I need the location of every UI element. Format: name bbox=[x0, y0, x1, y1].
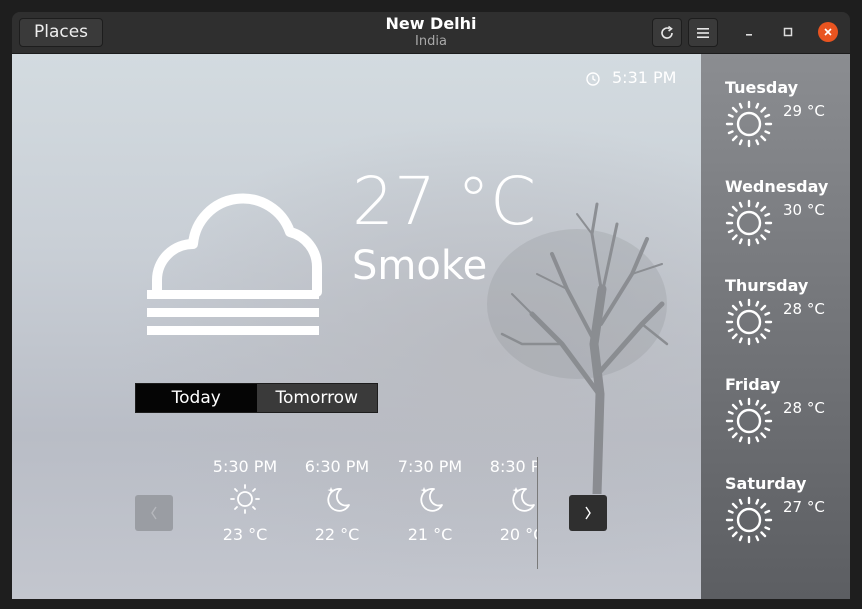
current-weather-panel: 5:31 PM 27 °C Smoke Today Tomorrow 5:30 … bbox=[12, 54, 701, 599]
weather-window: Places New Delhi India 5:31 PM 27 °C Smo… bbox=[12, 12, 850, 599]
tab-tomorrow[interactable]: Tomorrow bbox=[256, 384, 377, 412]
sun-icon bbox=[725, 100, 773, 148]
fog-cloud-icon bbox=[147, 193, 323, 335]
location-title: New Delhi bbox=[385, 14, 477, 33]
current-condition: Smoke bbox=[352, 243, 488, 289]
day-toggle: Today Tomorrow bbox=[135, 383, 378, 413]
sun-icon bbox=[725, 397, 773, 445]
close-icon bbox=[824, 28, 832, 36]
hourly-item: 6:30 PM 22 °C bbox=[290, 457, 384, 545]
minimize-button[interactable] bbox=[739, 22, 759, 42]
forecast-day-temp: 29 °C bbox=[783, 102, 825, 120]
forecast-day-temp: 28 °C bbox=[783, 399, 825, 417]
minimize-icon bbox=[746, 34, 752, 36]
sun-icon bbox=[725, 298, 773, 346]
moon-stars-icon bbox=[512, 487, 535, 512]
chevron-left-icon bbox=[151, 506, 157, 520]
forecast-day-name: Saturday bbox=[725, 474, 807, 493]
sun-icon bbox=[230, 484, 260, 514]
clock-icon bbox=[586, 72, 600, 86]
hour-temp: 22 °C bbox=[314, 525, 360, 544]
forecast-day-temp: 30 °C bbox=[783, 201, 825, 219]
hour-time: 5:30 PM bbox=[212, 457, 278, 476]
sun-icon bbox=[725, 496, 773, 544]
forecast-day-name: Thursday bbox=[725, 276, 809, 295]
close-button[interactable] bbox=[818, 22, 838, 42]
hamburger-menu-icon bbox=[697, 27, 709, 38]
forecast-day: Wednesday 30 °C bbox=[725, 177, 850, 247]
refresh-button[interactable] bbox=[652, 18, 682, 47]
daily-forecast-sidebar: Tuesday 29 °C Wednesday 30 °C Thursday 2… bbox=[701, 54, 850, 599]
hourly-next-button[interactable] bbox=[569, 495, 607, 531]
updated-time: 5:31 PM bbox=[612, 68, 677, 87]
maximize-button[interactable] bbox=[778, 22, 798, 42]
current-temperature: 27 °C bbox=[352, 163, 537, 240]
forecast-day-name: Wednesday bbox=[725, 177, 829, 196]
hour-temp: 20 °C bbox=[499, 525, 537, 544]
header-bar: Places New Delhi India bbox=[12, 12, 850, 54]
hour-temp: 23 °C bbox=[222, 525, 268, 544]
forecast-day: Tuesday 29 °C bbox=[725, 78, 850, 148]
forecast-day-temp: 27 °C bbox=[783, 498, 825, 516]
hour-time: 8:30 PM bbox=[489, 457, 537, 476]
hour-temp: 21 °C bbox=[407, 525, 453, 544]
forecast-day: Thursday 28 °C bbox=[725, 276, 850, 346]
chevron-right-icon bbox=[585, 506, 591, 520]
forecast-day-temp: 28 °C bbox=[783, 300, 825, 318]
hourly-item: 5:30 PM 23 °C bbox=[198, 457, 292, 545]
window-title-area: New Delhi India bbox=[12, 14, 850, 50]
hourly-forecast[interactable]: 5:30 PM 23 °C 6:30 PM 22 °C 7:30 PM 21 °… bbox=[198, 457, 538, 569]
moon-stars-icon bbox=[420, 487, 443, 512]
moon-stars-icon bbox=[327, 487, 350, 512]
hourly-item: 8:30 PM 20 °C bbox=[475, 457, 537, 545]
menu-button[interactable] bbox=[688, 18, 718, 47]
hour-time: 7:30 PM bbox=[397, 457, 463, 476]
hourly-item: 7:30 PM 21 °C bbox=[383, 457, 477, 545]
maximize-icon bbox=[783, 27, 793, 37]
sun-icon bbox=[725, 199, 773, 247]
forecast-day-name: Friday bbox=[725, 375, 781, 394]
forecast-day: Saturday 27 °C bbox=[725, 474, 850, 544]
hourly-prev-button[interactable] bbox=[135, 495, 173, 531]
location-subtitle: India bbox=[415, 34, 447, 49]
forecast-day: Friday 28 °C bbox=[725, 375, 850, 445]
refresh-icon bbox=[661, 25, 673, 39]
tab-today[interactable]: Today bbox=[136, 384, 257, 412]
hour-time: 6:30 PM bbox=[304, 457, 370, 476]
forecast-day-name: Tuesday bbox=[725, 78, 799, 97]
